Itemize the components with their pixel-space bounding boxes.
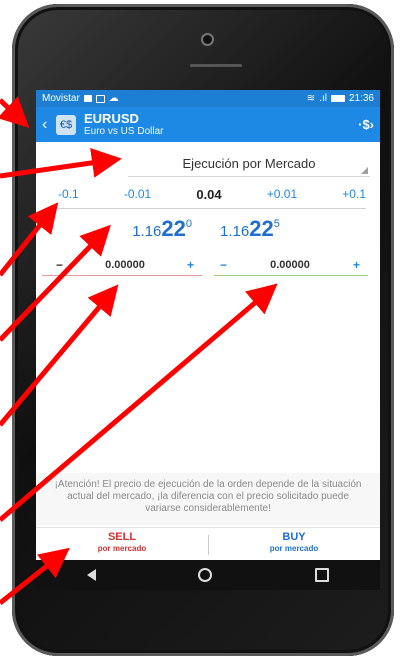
price-row: 1.16 22 0 1.16 22 5 (36, 216, 380, 250)
notification-icon (83, 95, 92, 102)
stop-loss-value[interactable]: 0.00000 (105, 259, 145, 271)
volume-dec-large-button[interactable]: -0.1 (58, 187, 79, 201)
android-nav-bar (36, 560, 380, 590)
volume-inc-small-button[interactable]: +0.01 (267, 187, 297, 201)
camera (201, 33, 214, 46)
volume-underline (58, 208, 366, 209)
carrier-label: Movistar (42, 93, 80, 104)
nav-recents-icon[interactable] (314, 568, 329, 582)
take-profit-field[interactable]: − 0.00000 + (214, 254, 368, 276)
stop-loss-plus-button[interactable]: + (187, 258, 194, 272)
symbol-description: Euro vs US Dollar (84, 125, 164, 137)
status-time: 21:36 (348, 93, 374, 104)
bid-price-prefix: 1.16 (132, 223, 162, 240)
signal-icon: .ıl (319, 93, 327, 104)
trade-buttons: SELL por mercado BUY por mercado (36, 527, 380, 560)
buy-label: BUY (282, 531, 306, 543)
volume-row: -0.1 -0.01 0.04 +0.01 +0.1 (58, 183, 366, 205)
bid-price: 1.16 22 0 (36, 216, 208, 250)
sl-tp-row: − 0.00000 + − 0.00000 + (36, 254, 380, 276)
take-profit-plus-button[interactable]: + (353, 258, 360, 272)
wifi-icon: ≋ (306, 93, 316, 104)
sell-label: SELL (107, 531, 137, 543)
take-profit-value[interactable]: 0.00000 (270, 259, 310, 271)
nav-back-icon[interactable] (87, 569, 97, 581)
message-icon (95, 94, 105, 103)
ask-price-prefix: 1.16 (220, 223, 250, 240)
symbol-title[interactable]: EURUSD (84, 112, 163, 125)
symbol-select-icon[interactable]: ·$› (358, 117, 374, 132)
ask-price: 1.16 22 5 (208, 216, 380, 250)
back-icon[interactable]: ‹ (42, 116, 54, 134)
sell-button[interactable]: SELL por mercado (36, 528, 208, 560)
cloud-icon: ☁ (108, 93, 119, 104)
stop-loss-minus-button[interactable]: − (56, 258, 63, 272)
battery-icon (330, 95, 345, 102)
status-bar: Movistar ☁ ≋ .ıl 21:36 (36, 90, 380, 107)
stop-loss-field[interactable]: − 0.00000 + (42, 254, 202, 276)
order-type-dropdown[interactable]: Ejecución por Mercado (128, 150, 370, 177)
sell-sublabel: por mercado (97, 544, 147, 553)
bid-price-pips: 22 (161, 216, 186, 241)
market-warning: ¡Atención! El precio de ejecución de la … (36, 473, 380, 525)
currency-pair-icon: €$ (56, 114, 76, 135)
trade-divider (208, 535, 209, 555)
bid-price-point: 0 (185, 218, 192, 230)
nav-home-icon[interactable] (198, 568, 213, 582)
ask-price-point: 5 (273, 218, 280, 230)
app-bar: ‹ €$ EURUSD Euro vs US Dollar ·$› (36, 107, 380, 142)
dropdown-triangle-icon (361, 167, 368, 174)
ask-price-pips: 22 (249, 216, 274, 241)
volume-value[interactable]: 0.04 (196, 187, 221, 202)
buy-button[interactable]: BUY por mercado (208, 528, 380, 560)
buy-sublabel: por mercado (269, 544, 319, 553)
speaker (190, 64, 242, 67)
volume-inc-large-button[interactable]: +0.1 (342, 187, 366, 201)
app-screen: Movistar ☁ ≋ .ıl 21:36 ‹ €$ EURUSD Euro … (36, 90, 380, 590)
take-profit-minus-button[interactable]: − (220, 258, 227, 272)
volume-dec-small-button[interactable]: -0.01 (124, 187, 151, 201)
order-type-label: Ejecución por Mercado (182, 155, 316, 171)
